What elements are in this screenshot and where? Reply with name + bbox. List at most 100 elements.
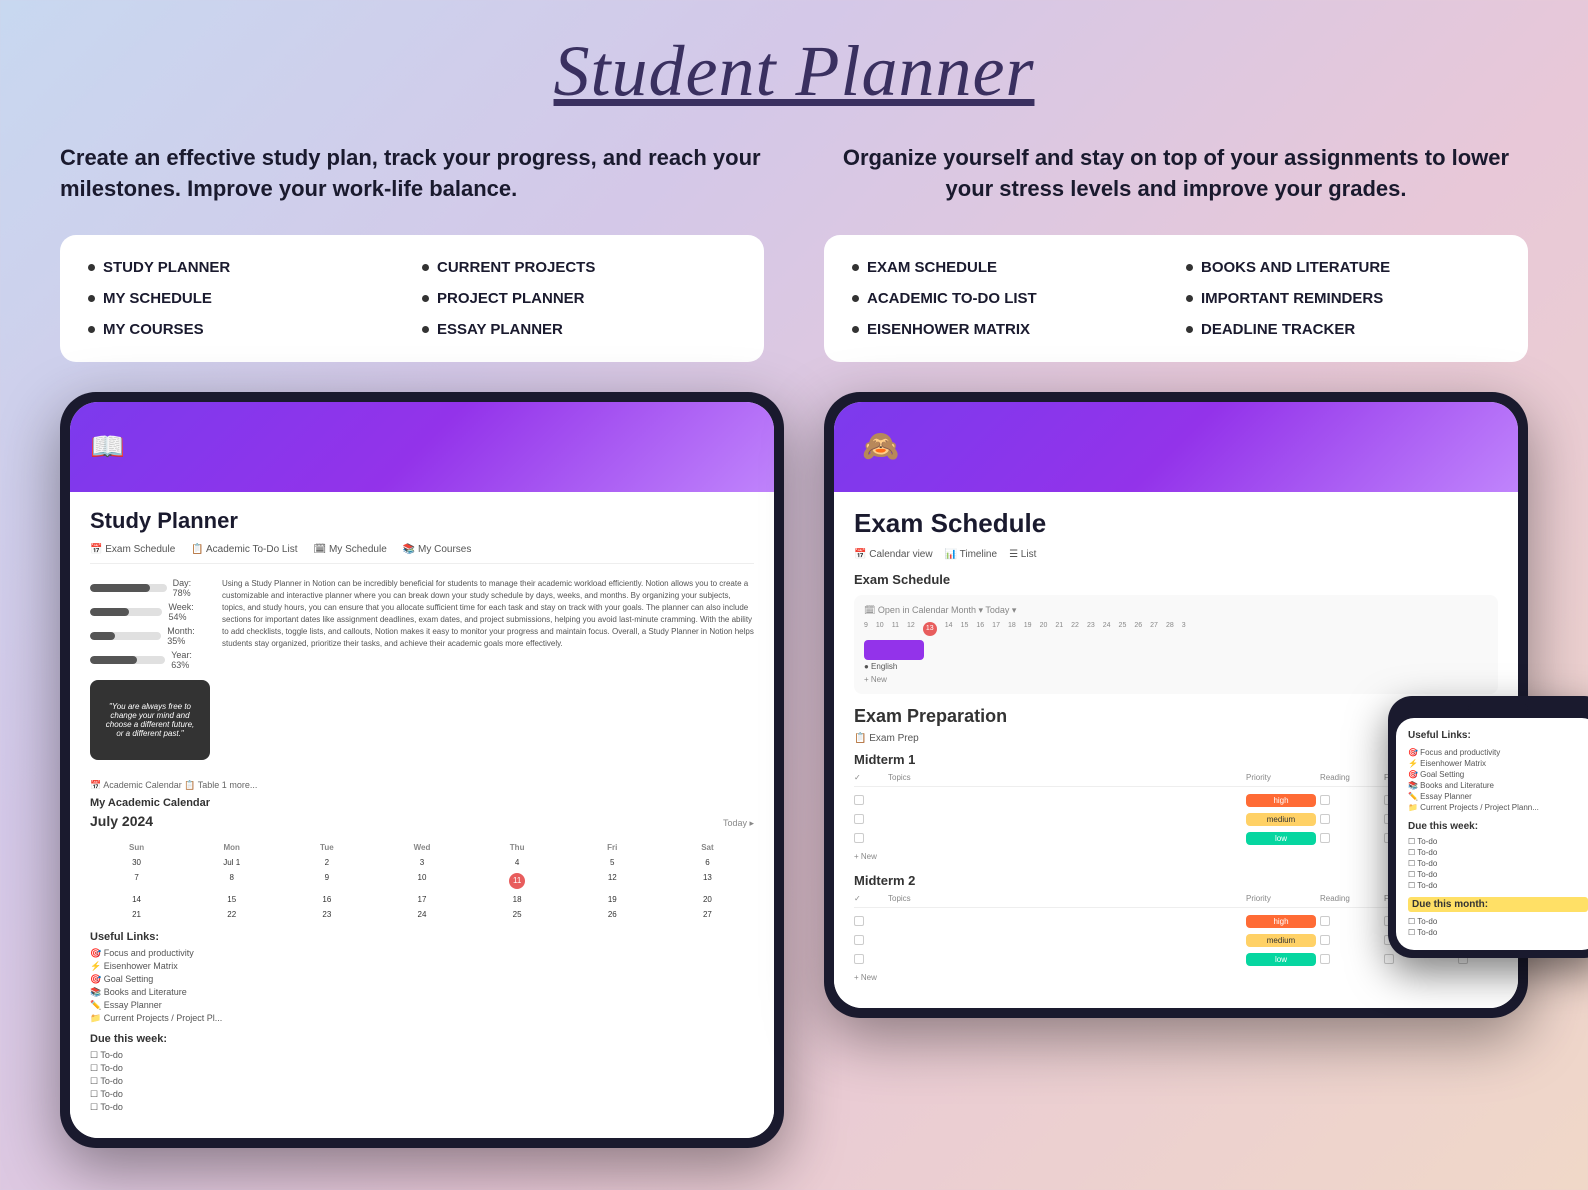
tab-list[interactable]: ☰ List xyxy=(1009,549,1036,560)
small-due-0: ☐ To-do xyxy=(1408,836,1588,847)
phone-notch xyxy=(1468,704,1528,712)
cal-10: 10 xyxy=(375,871,468,891)
small-due-month-title: Due this month: xyxy=(1408,897,1588,912)
tab-calendar[interactable]: 📅 Calendar view xyxy=(854,549,933,560)
bullet-icon xyxy=(852,295,859,302)
feature-deadline-tracker: DEADLINE TRACKER xyxy=(1186,321,1500,338)
priority-badge-high: high xyxy=(1246,794,1316,807)
progress-month: Month: 35% xyxy=(90,626,210,646)
checkbox[interactable] xyxy=(854,795,864,805)
nav-exam-schedule[interactable]: 📅 Exam Schedule xyxy=(90,544,175,555)
small-due-month-0: ☐ To-do xyxy=(1408,916,1588,927)
desc-left-text: Create an effective study plan, track yo… xyxy=(60,143,764,205)
nav-todo[interactable]: 📋 Academic To-Do List xyxy=(191,544,297,555)
nav-courses[interactable]: 📚 My Courses xyxy=(403,544,472,555)
right-phone-wrapper: 🙈 Exam Schedule 📅 Calendar view 📊 Timeli… xyxy=(824,392,1528,1018)
small-link-5[interactable]: 📁 Current Projects / Project Plann... xyxy=(1408,802,1588,813)
useful-links-section: Useful Links: 🎯 Focus and productivity ⚡… xyxy=(90,931,754,1025)
checkbox[interactable] xyxy=(1384,954,1394,964)
checkbox[interactable] xyxy=(854,916,864,926)
due-item-2: ☐ To-do xyxy=(90,1062,754,1075)
new-event-btn[interactable]: + New xyxy=(864,675,1488,684)
timeline-numbers: 9101112 13 14151617181920212223242526272… xyxy=(864,622,1488,636)
bullet-icon xyxy=(88,264,95,271)
cal-22: 22 xyxy=(185,908,278,921)
cal-sun: Sun xyxy=(90,841,183,854)
timeline-area: 🗓 Open in Calendar Month ▾ Today ▾ 91011… xyxy=(854,595,1498,694)
small-phone-screen: Useful Links: 🎯 Focus and productivity ⚡… xyxy=(1396,718,1588,950)
left-phone-header: 📖 xyxy=(70,402,774,492)
small-phone-overlay: Useful Links: 🎯 Focus and productivity ⚡… xyxy=(1388,696,1588,958)
priority-badge-medium: medium xyxy=(1246,934,1316,947)
checkbox[interactable] xyxy=(1320,795,1330,805)
quote-box: "You are always free to change your mind… xyxy=(90,680,210,760)
small-due-month-1: ☐ To-do xyxy=(1408,927,1588,938)
link-essay[interactable]: ✏️ Essay Planner xyxy=(90,999,754,1012)
link-focus[interactable]: 🎯 Focus and productivity xyxy=(90,947,754,960)
small-link-3[interactable]: 📚 Books and Literature xyxy=(1408,780,1588,791)
checkbox[interactable] xyxy=(1320,814,1330,824)
cal-8: 8 xyxy=(185,871,278,891)
tab-timeline[interactable]: 📊 Timeline xyxy=(945,549,997,560)
small-link-2[interactable]: 🎯 Goal Setting xyxy=(1408,769,1588,780)
link-goal[interactable]: 🎯 Goal Setting xyxy=(90,973,754,986)
new-row-btn-2[interactable]: + New xyxy=(854,973,1498,982)
checkbox[interactable] xyxy=(1320,833,1330,843)
left-screen-nav: 📅 Exam Schedule 📋 Academic To-Do List 🗓 … xyxy=(90,544,754,564)
bullet-icon xyxy=(422,326,429,333)
priority-badge-low: low xyxy=(1246,832,1316,845)
small-link-0[interactable]: 🎯 Focus and productivity xyxy=(1408,747,1588,758)
left-screen-title: Study Planner xyxy=(90,508,754,534)
due-week-section: Due this week: ☐ To-do ☐ To-do ☐ To-do ☐… xyxy=(90,1033,754,1114)
checkbox[interactable] xyxy=(854,833,864,843)
cal-25: 25 xyxy=(471,908,564,921)
checkbox[interactable] xyxy=(1320,916,1330,926)
desc-right: Organize yourself and stay on top of you… xyxy=(824,143,1528,205)
today-label: Today ▸ xyxy=(723,818,754,829)
link-books[interactable]: 📚 Books and Literature xyxy=(90,986,754,999)
cal-4: 4 xyxy=(471,856,564,869)
useful-links-title: Useful Links: xyxy=(90,931,754,943)
checkbox[interactable] xyxy=(854,814,864,824)
cal-12: 12 xyxy=(566,871,659,891)
calendar-header: My Academic Calendar xyxy=(90,797,754,809)
bullet-icon xyxy=(852,326,859,333)
link-eisenhower[interactable]: ⚡ Eisenhower Matrix xyxy=(90,960,754,973)
feature-important-reminders: IMPORTANT REMINDERS xyxy=(1186,290,1500,307)
feature-project-planner: PROJECT PLANNER xyxy=(422,290,736,307)
feature-current-projects: CURRENT PROJECTS xyxy=(422,259,736,276)
bullet-icon xyxy=(1186,326,1193,333)
bullet-icon xyxy=(422,295,429,302)
desc-right-text: Organize yourself and stay on top of you… xyxy=(824,143,1528,205)
checkbox[interactable] xyxy=(1320,954,1330,964)
link-projects[interactable]: 📁 Current Projects / Project Pl... xyxy=(90,1012,754,1025)
calendar-section-label: 📅 Academic Calendar 📋 Table 1 more... xyxy=(90,780,754,791)
checkbox[interactable] xyxy=(1320,935,1330,945)
bullet-icon xyxy=(88,295,95,302)
left-phone-screen: 📖 Study Planner 📅 Exam Schedule 📋 Academ… xyxy=(70,402,774,1138)
cal-20: 20 xyxy=(661,893,754,906)
description-row: Create an effective study plan, track yo… xyxy=(60,143,1528,205)
cal-14: 14 xyxy=(90,893,183,906)
calendar-controls[interactable]: 🗓 Open in Calendar Month ▾ Today ▾ xyxy=(864,605,1016,616)
due-item-1: ☐ To-do xyxy=(90,1049,754,1062)
page-wrapper: Student Planner Create an effective stud… xyxy=(0,0,1588,1190)
small-useful-title: Useful Links: xyxy=(1408,730,1588,741)
due-item-3: ☐ To-do xyxy=(90,1075,754,1088)
desc-left: Create an effective study plan, track yo… xyxy=(60,143,764,205)
small-link-1[interactable]: ⚡ Eisenhower Matrix xyxy=(1408,758,1588,769)
priority-badge-low: low xyxy=(1246,953,1316,966)
checkbox[interactable] xyxy=(854,935,864,945)
cal-wed: Wed xyxy=(375,841,468,854)
cal-mon: Mon xyxy=(185,841,278,854)
left-screen-content: Study Planner 📅 Exam Schedule 📋 Academic… xyxy=(70,492,774,1138)
nav-schedule[interactable]: 🗓 My Schedule xyxy=(313,544,386,555)
left-phone-mockup: 📖 Study Planner 📅 Exam Schedule 📋 Academ… xyxy=(60,392,784,1148)
checkbox[interactable] xyxy=(854,954,864,964)
bullet-icon xyxy=(1186,264,1193,271)
exam-schedule-header: Exam Schedule xyxy=(854,572,1498,587)
cal-13: 13 xyxy=(661,871,754,891)
small-due-1: ☐ To-do xyxy=(1408,847,1588,858)
small-link-4[interactable]: ✏️ Essay Planner xyxy=(1408,791,1588,802)
view-tabs: 📅 Calendar view 📊 Timeline ☰ List xyxy=(854,549,1498,560)
